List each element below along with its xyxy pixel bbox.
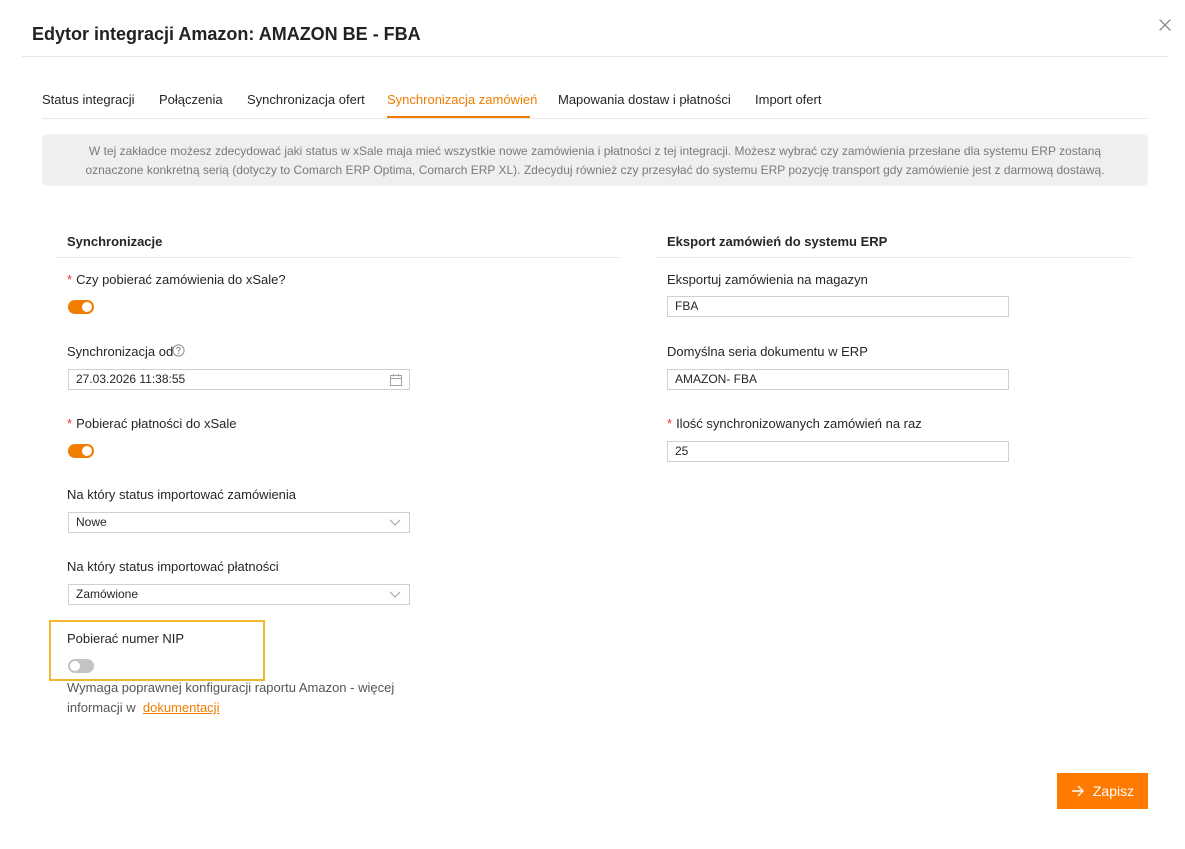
order-status-select[interactable]: Nowe xyxy=(68,512,410,533)
documentation-link[interactable]: dokumentacji xyxy=(143,700,220,715)
arrow-right-icon xyxy=(1071,785,1084,797)
active-tab-indicator xyxy=(387,116,530,118)
download-orders-label-text: Czy pobierać zamówienia do xSale? xyxy=(76,272,286,287)
sync-from-label-text: Synchronizacja od xyxy=(67,344,174,359)
sync-from-datepicker[interactable]: 27.03.2026 11:38:55 xyxy=(68,369,410,390)
save-button[interactable]: Zapisz xyxy=(1057,773,1148,809)
nip-help-line-1: Wymaga poprawnej konfiguracji raportu Am… xyxy=(67,680,395,695)
save-button-label: Zapisz xyxy=(1092,783,1135,799)
info-line-1: W tej zakładce możesz zdecydować jaki st… xyxy=(88,144,1102,158)
required-marker: * xyxy=(667,416,673,431)
calendar-icon[interactable] xyxy=(389,373,403,387)
title-divider xyxy=(22,56,1168,57)
warehouse-input[interactable]: FBA xyxy=(667,296,1009,317)
toggle-knob xyxy=(82,302,92,312)
nip-toggle[interactable] xyxy=(68,659,94,673)
sync-from-label: Synchronizacja od xyxy=(67,344,185,359)
warehouse-label: Eksportuj zamówienia na magazyn xyxy=(667,272,868,287)
required-marker: * xyxy=(67,272,73,287)
payment-status-label: Na który status importować płatności xyxy=(67,559,279,574)
help-icon[interactable] xyxy=(172,344,185,357)
required-marker: * xyxy=(67,416,73,431)
close-icon[interactable] xyxy=(1156,16,1174,34)
download-orders-toggle[interactable] xyxy=(68,300,94,314)
sync-section-divider xyxy=(57,257,620,258)
nip-help-text: Wymaga poprawnej konfiguracji raportu Am… xyxy=(67,678,407,718)
tab-polaczenia[interactable]: Połączenia xyxy=(159,92,223,107)
batch-size-input[interactable]: 25 xyxy=(667,441,1009,462)
download-orders-label: * Czy pobierać zamówienia do xSale? xyxy=(67,272,286,287)
chevron-down-icon xyxy=(389,591,401,598)
nip-help-line-2: informacji w dokumentacji xyxy=(67,698,407,718)
sync-section-title: Synchronizacje xyxy=(67,234,163,249)
download-payments-toggle[interactable] xyxy=(68,444,94,458)
info-box: W tej zakładce możesz zdecydować jaki st… xyxy=(42,134,1148,186)
chevron-down-icon xyxy=(389,519,401,526)
nip-help-line-2-text: informacji w xyxy=(67,700,136,715)
erp-section-title: Eksport zamówień do systemu ERP xyxy=(667,234,888,249)
info-line-2: oznaczone konkretną serią (dotyczy to Co… xyxy=(85,163,1105,177)
tab-status-integracji[interactable]: Status integracji xyxy=(42,92,135,107)
toggle-knob xyxy=(70,661,80,671)
series-input[interactable]: AMAZON- FBA xyxy=(667,369,1009,390)
tab-import-ofert[interactable]: Import ofert xyxy=(755,92,821,107)
nip-label: Pobierać numer NIP xyxy=(67,631,185,646)
batch-size-label-text: Ilość synchronizowanych zamówień na raz xyxy=(676,416,922,431)
tab-bar: Status integracji Połączenia Synchroniza… xyxy=(42,80,1148,119)
tab-mapowania-dostaw[interactable]: Mapowania dostaw i płatności xyxy=(558,92,731,107)
payment-status-select[interactable]: Zamówione xyxy=(68,584,410,605)
tab-synchronizacja-ofert[interactable]: Synchronizacja ofert xyxy=(247,92,365,107)
modal-title: Edytor integracji Amazon: AMAZON BE - FB… xyxy=(32,24,421,44)
order-status-label: Na który status importować zamówienia xyxy=(67,487,297,502)
series-label: Domyślna seria dokumentu w ERP xyxy=(667,344,868,359)
erp-section-divider xyxy=(657,257,1132,258)
batch-size-label: * Ilość synchronizowanych zamówień na raz xyxy=(667,416,922,431)
toggle-knob xyxy=(82,446,92,456)
download-payments-label: * Pobierać płatności do xSale xyxy=(67,416,237,431)
download-payments-label-text: Pobierać płatności do xSale xyxy=(76,416,237,431)
tab-synchronizacja-zamowien[interactable]: Synchronizacja zamówień xyxy=(387,92,537,107)
